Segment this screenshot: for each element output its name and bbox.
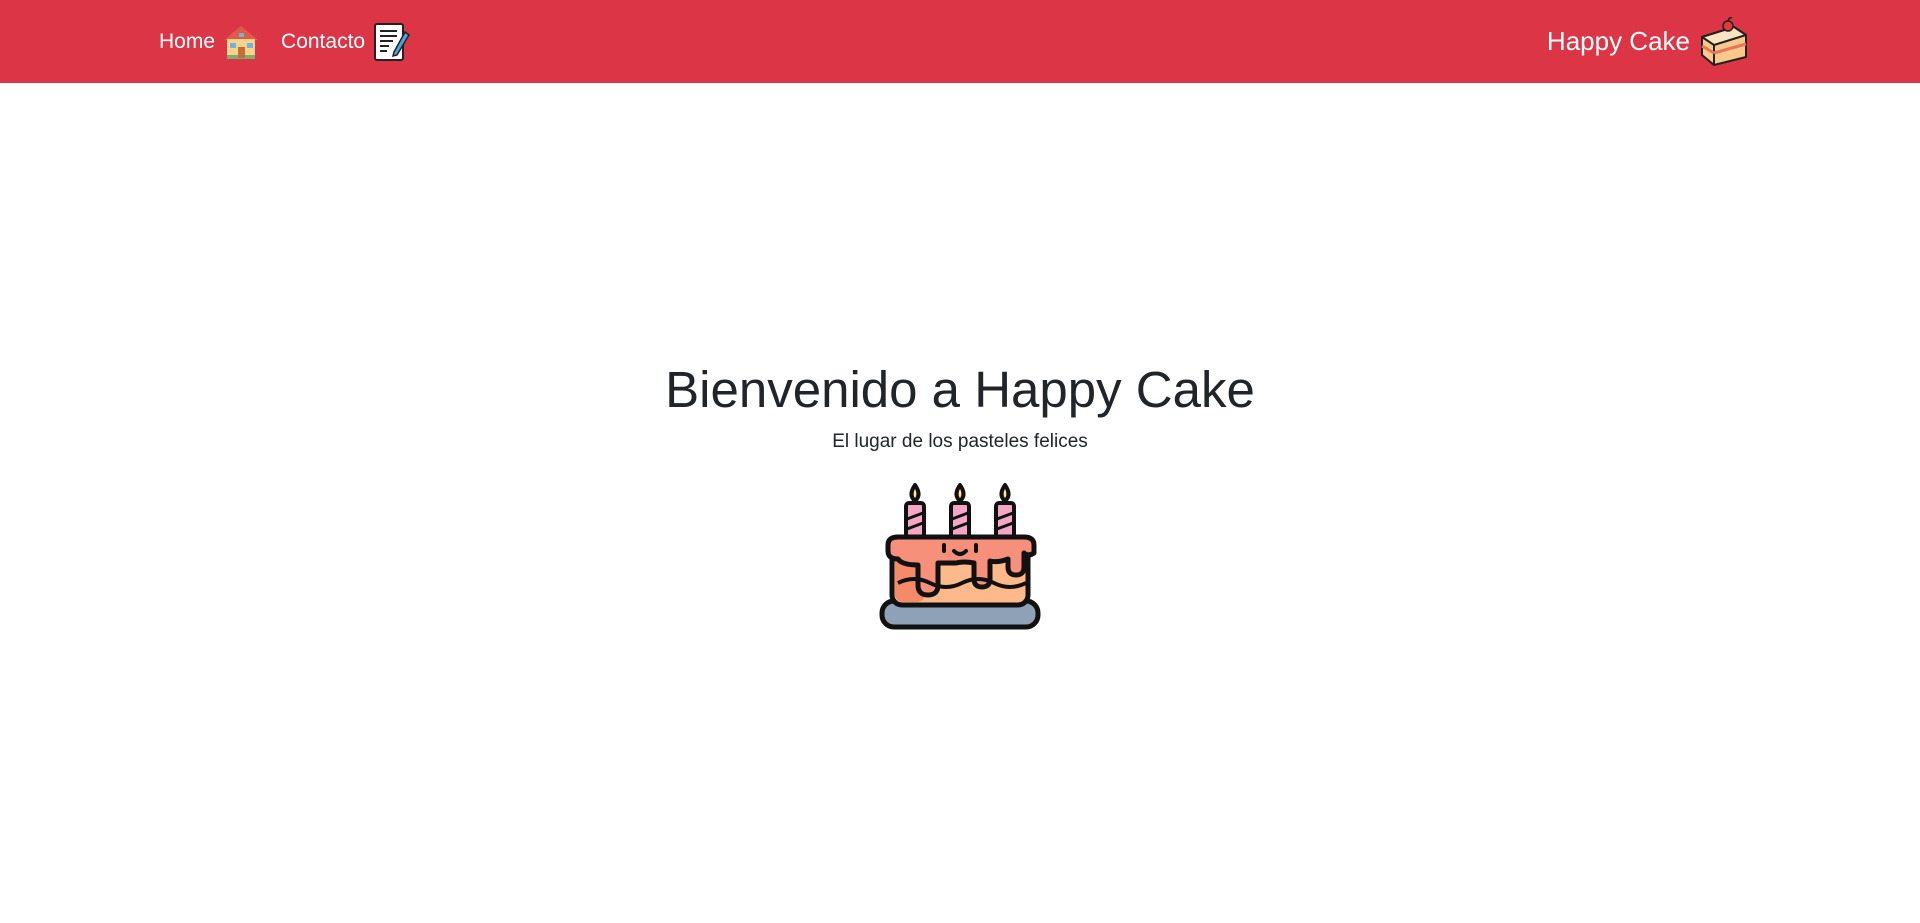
page-title: Bienvenido a Happy Cake [665, 361, 1255, 418]
house-icon [224, 25, 259, 59]
navbar: Home Contacto Happy Cake [0, 0, 1920, 83]
hero-section: Bienvenido a Happy Cake El lugar de los … [0, 357, 1920, 633]
birthday-cake-icon [879, 483, 1041, 630]
brand-label: Happy Cake [1546, 26, 1690, 56]
nav-link-home[interactable]: Home [159, 22, 261, 62]
brand[interactable]: Happy Cake [1547, 0, 1750, 83]
nav-link-contacto[interactable]: Contacto [281, 22, 411, 62]
cake-slice-icon [1701, 16, 1747, 66]
hero-image [878, 471, 1042, 633]
page-subtitle: El lugar de los pasteles felices [832, 431, 1088, 452]
nav-links: Home Contacto [159, 0, 411, 83]
memo-icon [374, 22, 411, 61]
nav-link-home-label: Home [159, 29, 216, 53]
nav-link-contacto-label: Contacto [281, 29, 366, 53]
